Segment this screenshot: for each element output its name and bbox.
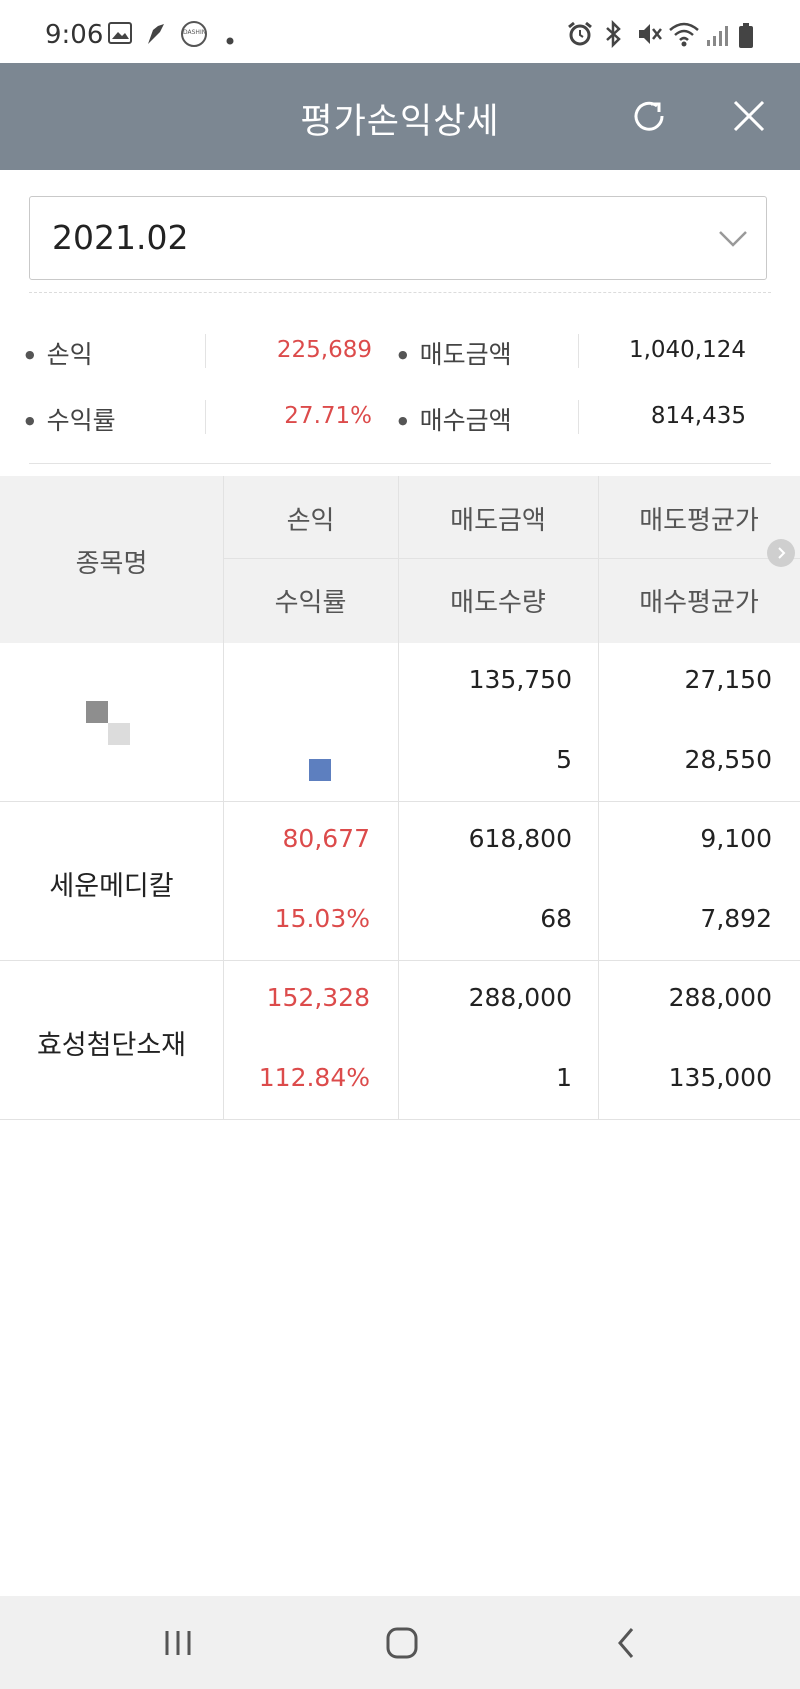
dashin-badge-icon [180, 20, 208, 52]
refresh-button[interactable] [624, 91, 674, 141]
grid-line [223, 961, 224, 1120]
home-icon [386, 1627, 418, 1659]
col-header-return: 수익률 [274, 588, 347, 618]
close-button[interactable] [724, 91, 774, 141]
period-value: 2021.02 [52, 218, 189, 257]
dot-icon [226, 30, 234, 49]
sell-avg-cell: 288,000 [668, 983, 772, 1012]
grid-line [223, 802, 224, 961]
divider [29, 463, 771, 464]
app-header: 평가손익상세 [0, 63, 800, 170]
buy-avg-cell: 7,892 [700, 904, 772, 933]
sell-qty-cell: 68 [540, 904, 572, 933]
grid-line [398, 961, 399, 1120]
sell-qty-cell: 5 [556, 745, 572, 774]
table-row[interactable]: 135,750 5 27,150 28,550 [0, 643, 800, 802]
wifi-icon [668, 20, 700, 52]
bluetooth-icon [603, 19, 623, 52]
grid-line [223, 476, 224, 643]
col-header-sell-avg: 매도평균가 [639, 506, 759, 536]
grid-line [398, 476, 399, 643]
scroll-right-button[interactable] [767, 539, 795, 567]
separator [578, 334, 579, 368]
col-header-profit: 손익 [286, 506, 335, 536]
sell-avg-cell: 27,150 [684, 665, 772, 694]
sell-amount-cell: 288,000 [468, 983, 572, 1012]
summary-row-return: 수익률 27.71% 매수금액 814,435 [0, 396, 800, 436]
chevron-right-icon [778, 547, 786, 559]
recent-apps-icon [165, 1631, 191, 1655]
separator [205, 334, 206, 368]
system-nav-bar [0, 1596, 800, 1689]
profit-value: 225,689 [276, 337, 372, 363]
battery-icon [738, 22, 754, 54]
sell-amount-label: 매도금액 [398, 335, 512, 371]
back-button[interactable] [596, 1621, 656, 1665]
summary-row-profit: 손익 225,689 매도금액 1,040,124 [0, 330, 800, 370]
status-time: 9:06 [45, 20, 104, 50]
profit-cell: 80,677 [282, 824, 370, 853]
buy-avg-cell: 28,550 [684, 745, 772, 774]
col-header-sell-qty: 매도수량 [450, 588, 546, 618]
col-header-name: 종목명 [75, 549, 148, 579]
grid-line [398, 643, 399, 802]
gallery-icon [108, 22, 132, 48]
grid-line [598, 643, 599, 802]
refresh-icon [634, 101, 664, 131]
profit-cell: 152,328 [266, 983, 370, 1012]
table-row[interactable]: 세운메디칼 80,677 15.03% 618,800 68 9,100 7,8… [0, 802, 800, 961]
grid-line [598, 476, 599, 643]
buy-avg-cell: 135,000 [668, 1063, 772, 1092]
stock-name: 효성첨단소재 [36, 1030, 187, 1061]
col-header-buy-avg: 매수평균가 [639, 588, 759, 618]
alarm-icon [566, 20, 594, 52]
return-cell: 112.84% [258, 1063, 370, 1092]
grid-line [223, 643, 224, 802]
chevron-down-icon [716, 221, 750, 259]
divider [29, 292, 771, 293]
dashin-badge-text: DASHIN [183, 29, 207, 36]
grid-line [598, 961, 599, 1120]
signal-icon [706, 24, 730, 52]
return-value: 27.71% [284, 403, 372, 429]
grid-line [223, 558, 800, 559]
page-title: 평가손익상세 [300, 102, 500, 142]
app-icon [144, 22, 168, 50]
profit-label: 손익 [25, 335, 93, 371]
sell-amount-value: 1,040,124 [628, 337, 746, 363]
sell-qty-cell: 1 [556, 1063, 572, 1092]
return-label: 수익률 [25, 401, 116, 437]
mute-icon [636, 20, 664, 52]
separator [578, 400, 579, 434]
redacted-name-image [86, 701, 132, 751]
sell-avg-cell: 9,100 [700, 824, 772, 853]
grid-line [398, 802, 399, 961]
separator [205, 400, 206, 434]
home-button[interactable] [372, 1621, 432, 1665]
status-bar: 9:06 DASHIN [0, 0, 800, 63]
recent-apps-button[interactable] [148, 1621, 208, 1665]
buy-amount-value: 814,435 [650, 403, 746, 429]
col-header-sell-amount: 매도금액 [450, 506, 546, 536]
close-icon [733, 100, 765, 132]
back-icon [618, 1628, 634, 1658]
stock-name: 세운메디칼 [49, 871, 174, 902]
table-row[interactable]: 효성첨단소재 152,328 112.84% 288,000 1 288,000… [0, 961, 800, 1120]
return-cell: 15.03% [274, 904, 370, 933]
sell-amount-cell: 618,800 [468, 824, 572, 853]
grid-line [598, 802, 599, 961]
redacted-value-image [309, 759, 331, 785]
sell-amount-cell: 135,750 [468, 665, 572, 694]
table-header: 종목명 손익 수익률 매도금액 매도수량 매도평균가 매수평균가 [0, 476, 800, 643]
buy-amount-label: 매수금액 [398, 401, 512, 437]
period-select[interactable]: 2021.02 [29, 196, 767, 280]
